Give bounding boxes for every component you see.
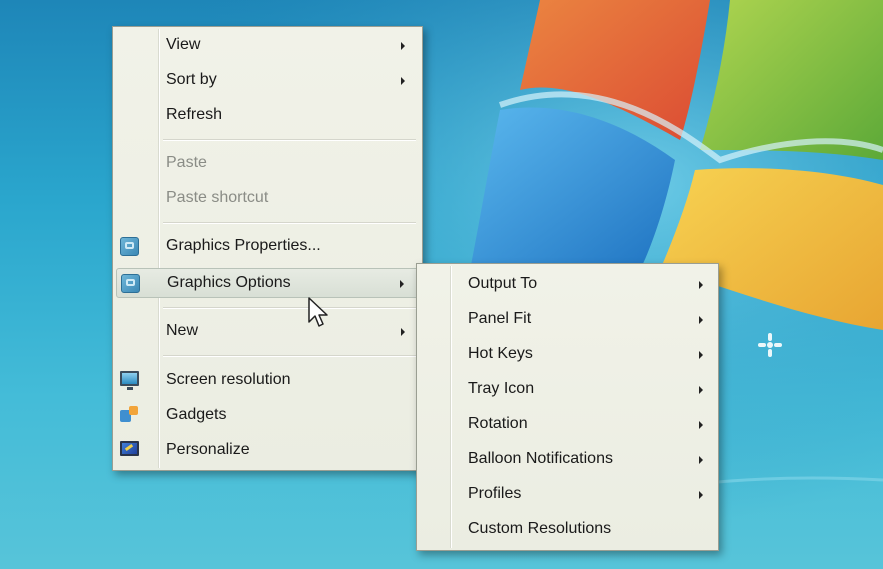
submenu-arrow-icon bbox=[699, 456, 703, 464]
submenu-arrow-icon bbox=[699, 316, 703, 324]
menu-separator bbox=[163, 307, 416, 309]
personalize-icon bbox=[120, 441, 139, 456]
menu-item-personalize[interactable]: Personalize bbox=[116, 436, 419, 466]
submenu-arrow-icon bbox=[699, 421, 703, 429]
menu-item-label: Personalize bbox=[166, 441, 250, 458]
menu-item-label: Tray Icon bbox=[468, 380, 535, 397]
menu-item-label: Balloon Notifications bbox=[468, 450, 613, 467]
menu-item-label: Graphics Properties... bbox=[166, 237, 321, 254]
menu-separator bbox=[163, 139, 416, 141]
submenu-arrow-icon bbox=[699, 281, 703, 289]
menu-item-label: Hot Keys bbox=[468, 345, 533, 362]
menu-item-paste[interactable]: Paste bbox=[116, 149, 419, 179]
menu-item-sort-by[interactable]: Sort by bbox=[116, 66, 419, 96]
submenu-arrow-icon bbox=[400, 280, 404, 288]
submenu-arrow-icon bbox=[699, 491, 703, 499]
menu-item-new[interactable]: New bbox=[116, 317, 419, 347]
menu-item-label: Graphics Options bbox=[167, 274, 291, 291]
menu-item-label: View bbox=[166, 36, 201, 53]
menu-item-label: Output To bbox=[468, 275, 538, 292]
menu-item-view[interactable]: View bbox=[116, 31, 419, 61]
submenu-item-custom-resolutions[interactable]: Custom Resolutions bbox=[420, 515, 715, 545]
submenu-item-tray-icon[interactable]: Tray Icon bbox=[420, 375, 715, 405]
menu-item-label: Refresh bbox=[166, 106, 223, 123]
menu-item-label: Sort by bbox=[166, 71, 217, 88]
submenu-arrow-icon bbox=[699, 386, 703, 394]
desktop-background[interactable]: View Sort by Refresh Paste Paste shortcu… bbox=[0, 0, 883, 569]
menu-item-graphics-properties[interactable]: Graphics Properties... bbox=[116, 232, 419, 262]
menu-item-label: Paste shortcut bbox=[166, 189, 269, 206]
submenu-arrow-icon bbox=[401, 328, 405, 336]
menu-item-label: Rotation bbox=[468, 415, 528, 432]
menu-item-label: Custom Resolutions bbox=[468, 520, 612, 537]
submenu-item-rotation[interactable]: Rotation bbox=[420, 410, 715, 440]
menu-separator bbox=[163, 222, 416, 224]
submenu-arrow-icon bbox=[699, 351, 703, 359]
menu-item-gadgets[interactable]: Gadgets bbox=[116, 401, 419, 431]
submenu-item-output-to[interactable]: Output To bbox=[420, 270, 715, 300]
menu-item-refresh[interactable]: Refresh bbox=[116, 101, 419, 131]
submenu-item-panel-fit[interactable]: Panel Fit bbox=[420, 305, 715, 335]
menu-item-paste-shortcut[interactable]: Paste shortcut bbox=[116, 184, 419, 214]
submenu-item-hot-keys[interactable]: Hot Keys bbox=[420, 340, 715, 370]
gadgets-icon bbox=[120, 406, 139, 425]
submenu-arrow-icon bbox=[401, 77, 405, 85]
graphics-options-submenu: Output To Panel Fit Hot Keys Tray Icon R… bbox=[416, 263, 719, 551]
graphics-icon bbox=[120, 237, 139, 256]
menu-item-label: Screen resolution bbox=[166, 371, 291, 388]
submenu-item-profiles[interactable]: Profiles bbox=[420, 480, 715, 510]
menu-item-label: New bbox=[166, 322, 199, 339]
menu-item-screen-resolution[interactable]: Screen resolution bbox=[116, 366, 419, 396]
menu-item-label: Paste bbox=[166, 154, 207, 171]
desktop-context-menu: View Sort by Refresh Paste Paste shortcu… bbox=[112, 26, 423, 471]
screen-resolution-icon bbox=[120, 371, 139, 390]
menu-item-label: Profiles bbox=[468, 485, 522, 502]
menu-item-label: Gadgets bbox=[166, 406, 227, 423]
mouse-pointer-icon bbox=[308, 297, 328, 327]
menu-item-graphics-options[interactable]: Graphics Options bbox=[116, 268, 419, 298]
menu-item-label: Panel Fit bbox=[468, 310, 532, 327]
graphics-icon bbox=[121, 274, 140, 293]
submenu-arrow-icon bbox=[401, 42, 405, 50]
submenu-item-balloon-notifications[interactable]: Balloon Notifications bbox=[420, 445, 715, 475]
menu-separator bbox=[163, 355, 416, 357]
